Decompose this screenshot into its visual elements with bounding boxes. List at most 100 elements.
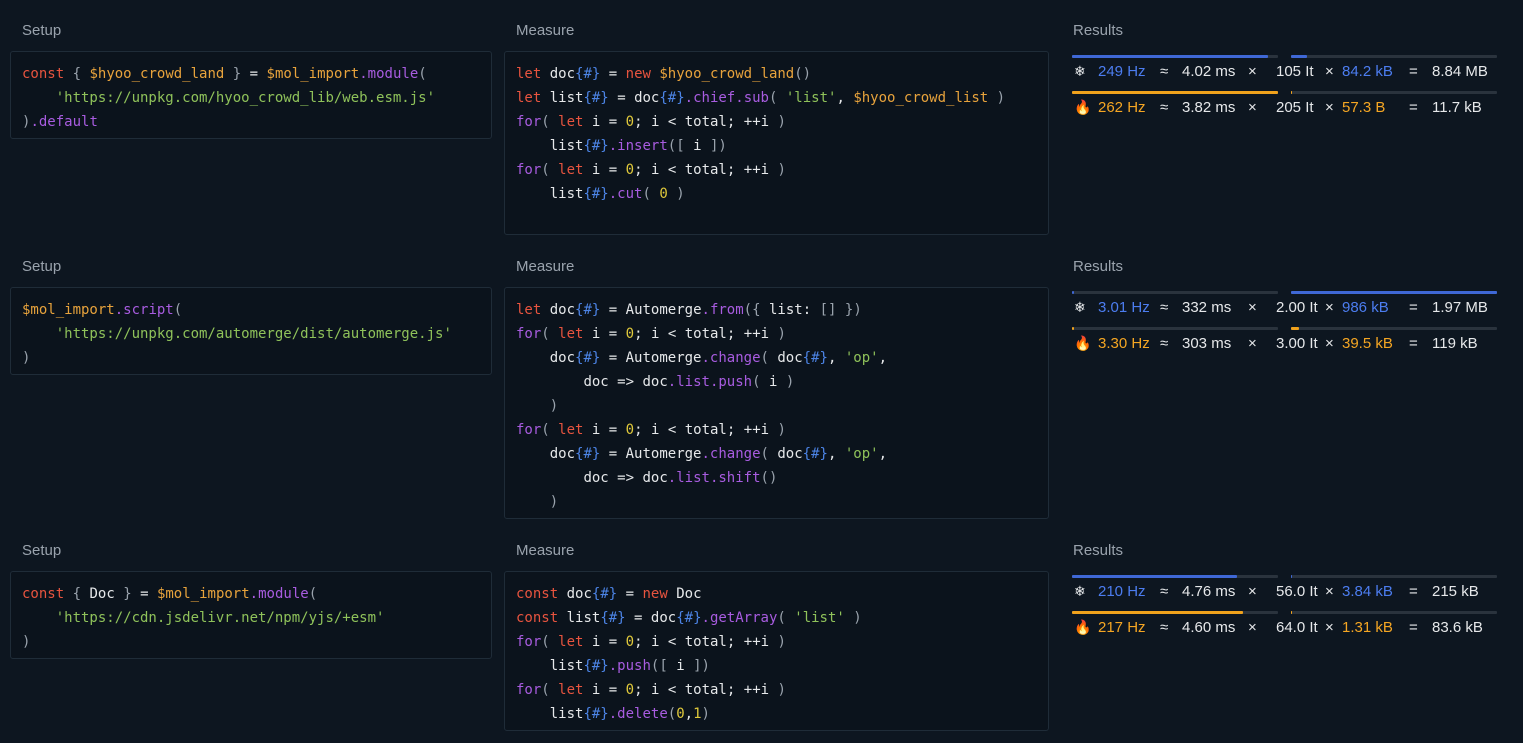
code-line: ).default [22, 114, 98, 130]
code-line: 'https://unpkg.com/hyoo_crowd_lib/web.es… [55, 90, 436, 106]
code-line: let doc{#} = new $hyoo_crowd_land() [516, 66, 812, 82]
code-line: doc{#} = Automerge.change( doc{#}, 'op', [549, 350, 887, 366]
iterations-value: 105 It [1276, 63, 1314, 80]
measure-code[interactable]: let doc{#} = Automerge.from({ list: [] }… [516, 298, 887, 514]
iterations-value: 3.00 It [1276, 335, 1318, 352]
fire-icon: 🔥 [1074, 335, 1092, 351]
measure-label: Measure [516, 542, 575, 559]
times-sign: × [1325, 583, 1334, 600]
setup-code-editor[interactable]: const { $hyoo_crowd_land } = $mol_import… [10, 51, 492, 139]
measure-code-editor[interactable]: let doc{#} = new $hyoo_crowd_land()let l… [504, 51, 1049, 235]
iterations-value: 205 It [1276, 99, 1314, 116]
code-line: for( let i = 0; i < total; ++i ) [516, 162, 786, 178]
times-sign: × [1325, 99, 1334, 116]
setup-code-editor[interactable]: const { Doc } = $mol_import.module( 'htt… [10, 571, 492, 659]
times-sign: × [1248, 335, 1257, 352]
measure-code-editor[interactable]: let doc{#} = Automerge.from({ list: [] }… [504, 287, 1049, 519]
iterations-value: 64.0 It [1276, 619, 1318, 636]
equals-sign: = [1409, 619, 1418, 636]
times-sign: × [1248, 583, 1257, 600]
approx-sign: ≈ [1160, 335, 1169, 352]
setup-code[interactable]: const { Doc } = $mol_import.module( 'htt… [22, 582, 384, 654]
total-memory-value: 119 kB [1432, 335, 1478, 352]
time-value: 303 ms [1182, 335, 1232, 352]
times-sign: × [1325, 335, 1334, 352]
setup-code[interactable]: $mol_import.script( 'https://unpkg.com/a… [22, 298, 452, 370]
code-line: doc => doc.list.shift() [583, 470, 778, 486]
iterations-value: 56.0 It [1276, 583, 1318, 600]
code-line: 'https://unpkg.com/automerge/dist/autome… [55, 326, 452, 342]
fire-icon: 🔥 [1074, 99, 1092, 115]
times-sign: × [1248, 99, 1257, 116]
hot-frequency-bar [1072, 91, 1278, 94]
setup-label: Setup [22, 542, 62, 559]
measure-label: Measure [516, 22, 575, 39]
code-line: ) [22, 634, 31, 650]
total-memory-value: 11.7 kB [1432, 99, 1482, 116]
time-value: 4.02 ms [1182, 63, 1236, 80]
iterations-value: 2.00 It [1276, 299, 1318, 316]
code-line: const doc{#} = new Doc [516, 586, 702, 602]
code-line: $mol_import.script( [22, 302, 183, 318]
code-line: for( let i = 0; i < total; ++i ) [516, 114, 786, 130]
cold-frequency-bar [1072, 55, 1278, 58]
memory-value: 57.3 B [1342, 99, 1386, 116]
code-line: ) [22, 350, 31, 366]
equals-sign: = [1409, 583, 1418, 600]
equals-sign: = [1409, 63, 1418, 80]
code-line: for( let i = 0; i < total; ++i ) [516, 422, 786, 438]
code-line: doc{#} = Automerge.change( doc{#}, 'op', [549, 446, 887, 462]
hot-memory-bar [1291, 91, 1497, 94]
memory-value: 986 kB [1342, 299, 1389, 316]
code-line: list{#}.cut( 0 ) [549, 186, 685, 202]
total-memory-value: 8.84 MB [1432, 63, 1488, 80]
hot-memory-bar [1291, 611, 1497, 614]
frequency-value: 210 Hz [1098, 583, 1146, 600]
equals-sign: = [1409, 99, 1418, 116]
setup-label: Setup [22, 258, 62, 275]
setup-code-editor[interactable]: $mol_import.script( 'https://unpkg.com/a… [10, 287, 492, 375]
cold-frequency-bar [1072, 291, 1278, 294]
code-line: 'https://cdn.jsdelivr.net/npm/yjs/+esm' [55, 610, 385, 626]
cold-memory-bar [1291, 575, 1497, 578]
code-line: doc => doc.list.push( i ) [583, 374, 795, 390]
times-sign: × [1325, 619, 1334, 636]
total-memory-value: 83.6 kB [1432, 619, 1483, 636]
snowflake-icon: ❄ [1074, 583, 1086, 599]
approx-sign: ≈ [1160, 63, 1169, 80]
cold-memory-bar [1291, 291, 1497, 294]
time-value: 4.76 ms [1182, 583, 1236, 600]
memory-value: 3.84 kB [1342, 583, 1393, 600]
times-sign: × [1248, 299, 1257, 316]
total-memory-value: 215 kB [1432, 583, 1479, 600]
measure-label: Measure [516, 258, 575, 275]
snowflake-icon: ❄ [1074, 299, 1086, 315]
memory-value: 39.5 kB [1342, 335, 1393, 352]
code-line: let list{#} = doc{#}.chief.sub( 'list', … [516, 90, 1006, 106]
code-line: for( let i = 0; i < total; ++i ) [516, 682, 786, 698]
code-line: const { Doc } = $mol_import.module( [22, 586, 318, 602]
snowflake-icon: ❄ [1074, 63, 1086, 79]
memory-value: 1.31 kB [1342, 619, 1393, 636]
setup-code[interactable]: const { $hyoo_crowd_land } = $mol_import… [22, 62, 435, 134]
code-line: const { $hyoo_crowd_land } = $mol_import… [22, 66, 427, 82]
times-sign: × [1325, 63, 1334, 80]
results-label: Results [1073, 542, 1124, 559]
code-line: let doc{#} = Automerge.from({ list: [] }… [516, 302, 862, 318]
measure-code-editor[interactable]: const doc{#} = new Doc const list{#} = do… [504, 571, 1049, 731]
code-line: for( let i = 0; i < total; ++i ) [516, 634, 786, 650]
code-line: list{#}.delete(0,1) [549, 706, 710, 722]
memory-value: 84.2 kB [1342, 63, 1393, 80]
total-memory-value: 1.97 MB [1432, 299, 1488, 316]
times-sign: × [1325, 299, 1334, 316]
cold-memory-bar [1291, 55, 1497, 58]
measure-code[interactable]: const doc{#} = new Doc const list{#} = do… [516, 582, 862, 726]
approx-sign: ≈ [1160, 99, 1169, 116]
measure-code[interactable]: let doc{#} = new $hyoo_crowd_land()let l… [516, 62, 1005, 206]
setup-label: Setup [22, 22, 62, 39]
frequency-value: 217 Hz [1098, 619, 1146, 636]
frequency-value: 3.01 Hz [1098, 299, 1150, 316]
hot-memory-bar [1291, 327, 1497, 330]
code-line: list{#}.push([ i ]) [549, 658, 710, 674]
equals-sign: = [1409, 299, 1418, 316]
